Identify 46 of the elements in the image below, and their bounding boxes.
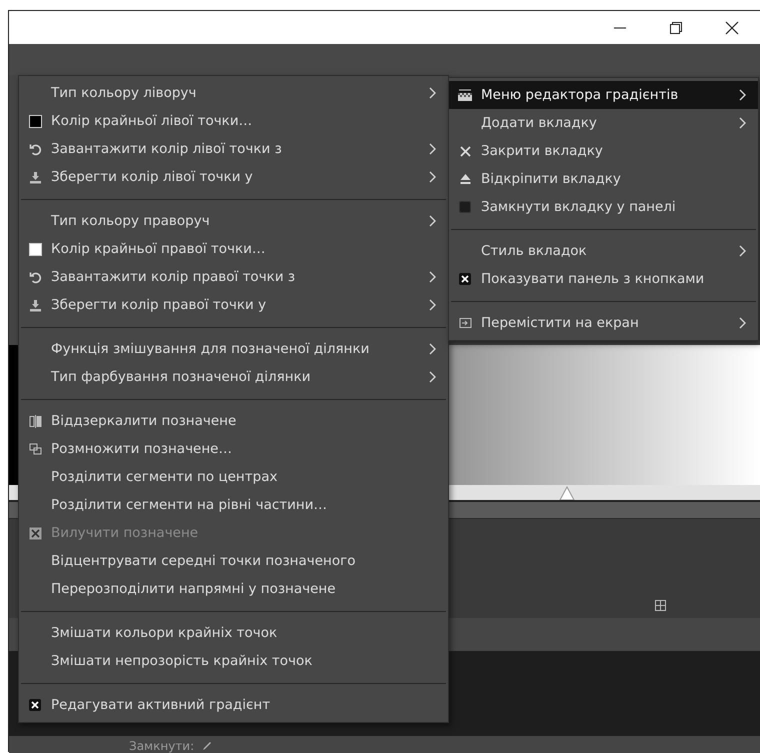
menu-item[interactable]: Розділити сегменти на рівні частини… — [19, 491, 448, 519]
pencil-icon[interactable] — [202, 741, 212, 751]
menu-item[interactable]: Тип фарбування позначеної ділянки — [19, 363, 448, 391]
menu-item[interactable]: Закрити вкладку — [449, 137, 758, 165]
reload-icon — [28, 142, 42, 156]
grid-icon[interactable] — [655, 600, 666, 611]
close-icon — [458, 144, 472, 158]
menu-item[interactable]: Колір крайньої правої точки… — [19, 235, 448, 263]
checkbox[interactable] — [459, 273, 471, 285]
menu-item[interactable]: Змішати кольори крайніх точок — [19, 619, 448, 647]
lock-label: Замкнути: — [129, 739, 194, 753]
menu-item[interactable]: Зберегти колір правої точки у — [19, 291, 448, 319]
save-icon — [28, 170, 42, 184]
duplicate-icon — [28, 442, 42, 456]
menu-item[interactable]: Завантажити колір лівої точки з — [19, 135, 448, 163]
menu-item[interactable]: Змішати непрозорість крайніх точок — [19, 647, 448, 675]
flip-icon — [28, 414, 42, 428]
menu-item[interactable]: Завантажити колір правої точки з — [19, 263, 448, 291]
menu-item[interactable]: Відцентрувати середні точки позначеного — [19, 547, 448, 575]
eject-icon — [458, 172, 472, 186]
restore-icon — [670, 22, 682, 34]
move-icon — [458, 316, 472, 330]
menu-item[interactable]: Віддзеркалити позначене — [19, 407, 448, 435]
menu-item[interactable]: Додати вкладку — [449, 109, 758, 137]
menu-item[interactable]: Редагувати активний градієнт — [19, 691, 448, 719]
checkbox[interactable] — [459, 201, 471, 213]
menu-item[interactable]: Перемістити на екран — [449, 309, 758, 337]
menu-item[interactable]: Колір крайньої лівої точки… — [19, 107, 448, 135]
menu-item[interactable]: Розмножити позначене… — [19, 435, 448, 463]
menu-item[interactable]: Функція змішування для позначеної ділянки — [19, 335, 448, 363]
menu-item[interactable]: Перерозподілити напрямні у позначене — [19, 575, 448, 603]
menu-item[interactable]: Розділити сегменти по центрах — [19, 463, 448, 491]
menu-item[interactable]: Відкріпити вкладку — [449, 165, 758, 193]
menu-item[interactable]: Замкнути вкладку у панелі — [449, 193, 758, 221]
menu-item[interactable]: Зберегти колір лівої точки у — [19, 163, 448, 191]
menu-item[interactable]: Стиль вкладок — [449, 237, 758, 265]
gradient-icon — [458, 89, 472, 101]
menu-item[interactable]: Меню редактора градієнтів — [449, 81, 758, 109]
menu-item[interactable]: Тип кольору праворуч — [19, 207, 448, 235]
reload-icon — [28, 270, 42, 284]
menu-item[interactable]: Показувати панель з кнопками — [449, 265, 758, 293]
menu-item[interactable]: Тип кольору ліворуч — [19, 79, 448, 107]
delete-icon — [28, 526, 42, 540]
checkbox[interactable] — [29, 699, 41, 711]
save-icon — [28, 298, 42, 312]
close-icon — [725, 20, 739, 34]
